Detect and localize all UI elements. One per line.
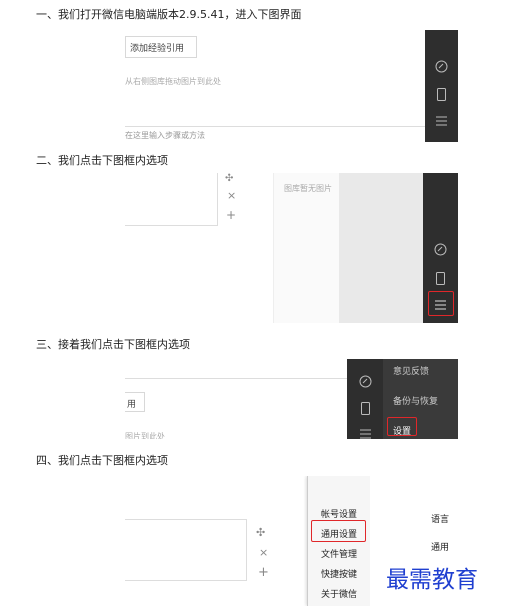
library-empty-text: 图库暂无图片 [284, 184, 332, 193]
image-box [125, 173, 218, 226]
wechat-sidebar [347, 359, 383, 439]
close-icon[interactable]: × [259, 546, 268, 559]
menu-icon[interactable] [360, 429, 371, 439]
screenshot-3: 用 图片到此处 意见反馈 备份与恢复 设置 [125, 359, 458, 439]
add-reference-button[interactable]: 添加经验引用 [125, 36, 197, 58]
phone-icon[interactable] [361, 402, 370, 415]
drag-hint: 图片到此处 [125, 432, 165, 439]
watermark: 最需教育 [386, 567, 478, 593]
close-icon[interactable]: × [227, 189, 236, 202]
add-icon[interactable]: + [258, 565, 269, 580]
library-panel: 图库暂无图片 [273, 173, 340, 323]
add-icon[interactable]: + [226, 208, 236, 222]
nav-account[interactable]: 帐号设置 [321, 507, 357, 520]
highlight-box [387, 417, 417, 436]
divider [125, 126, 425, 127]
menu-icon[interactable] [436, 116, 447, 126]
move-icon[interactable]: ✣ [256, 526, 265, 539]
general-label: 通用 [431, 543, 450, 553]
wechat-sidebar [423, 173, 458, 323]
moments-icon[interactable] [434, 243, 447, 256]
phone-icon[interactable] [436, 272, 445, 285]
language-label: 语言 [431, 515, 450, 525]
content-area [339, 173, 423, 323]
moments-icon[interactable] [359, 375, 372, 388]
settings-nav: 帐号设置 通用设置 文件管理 快捷按键 关于微信 [308, 476, 370, 606]
add-reference-button[interactable]: 用 [125, 392, 145, 412]
menu-item-feedback[interactable]: 意见反馈 [393, 364, 429, 377]
highlight-box [428, 291, 454, 316]
bottom-hint: 在这里输入步骤或方法 [125, 131, 205, 140]
step-4-title: 四、我们点击下图框内选项 [36, 454, 168, 467]
drag-hint: 从右侧图库拖动图片到此处 [125, 77, 221, 86]
nav-about[interactable]: 关于微信 [321, 587, 357, 600]
wechat-sidebar [425, 30, 458, 142]
step-1-title: 一、我们打开微信电脑端版本2.9.5.41，进入下图界面 [36, 8, 302, 21]
nav-files[interactable]: 文件管理 [321, 547, 357, 560]
move-icon[interactable]: ✣ [225, 173, 233, 184]
highlight-box [311, 520, 366, 542]
screenshot-1: 添加经验引用 从右侧图库拖动图片到此处 在这里输入步骤或方法 [125, 30, 458, 142]
phone-icon[interactable] [437, 88, 446, 101]
screenshot-2: ✣ × + 图库暂无图片 [125, 173, 458, 323]
nav-shortcuts[interactable]: 快捷按键 [321, 567, 357, 580]
divider [125, 378, 347, 379]
menu-item-backup[interactable]: 备份与恢复 [393, 394, 438, 407]
step-3-title: 三、接着我们点击下图框内选项 [36, 338, 190, 351]
step-2-title: 二、我们点击下图框内选项 [36, 154, 168, 167]
moments-icon[interactable] [435, 60, 448, 73]
image-box [125, 519, 247, 581]
button-fragment: 用 [127, 400, 137, 410]
add-reference-label: 添加经验引用 [130, 44, 185, 54]
settings-menu: 意见反馈 备份与恢复 设置 [383, 359, 458, 439]
